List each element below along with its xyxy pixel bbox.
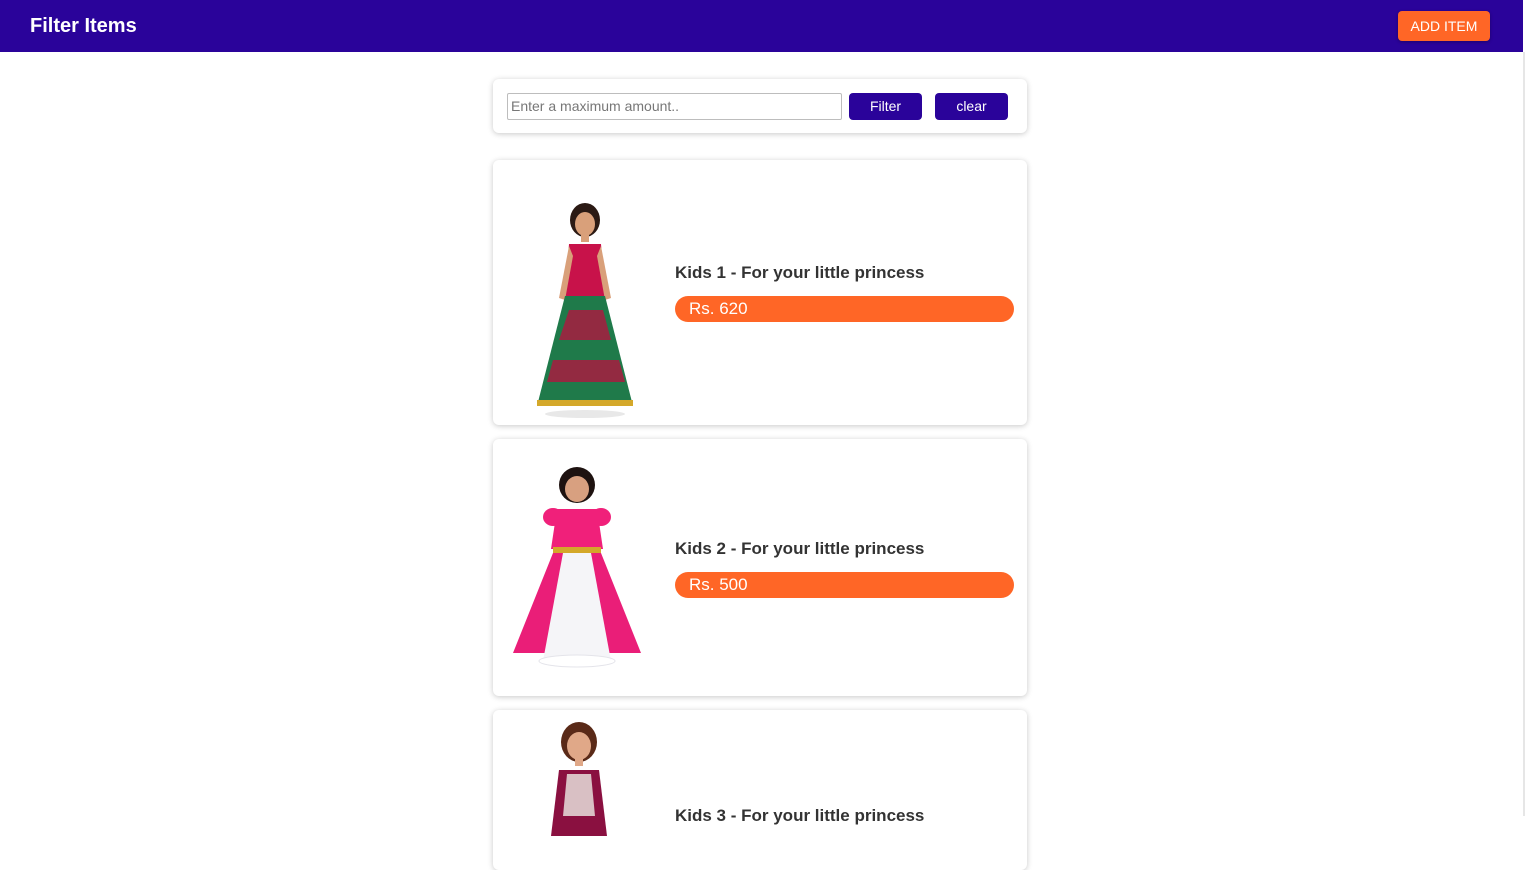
item-info: Kids 3 - For your little princess xyxy=(675,806,1014,826)
price-badge: Rs. 500 xyxy=(675,572,1014,598)
product-image xyxy=(537,203,633,418)
item-card[interactable]: Kids 1 - For your little princess Rs. 62… xyxy=(493,160,1027,425)
product-image xyxy=(513,467,641,668)
price-badge: Rs. 620 xyxy=(675,296,1014,322)
item-card[interactable]: Kids 3 - For your little princess xyxy=(493,710,1027,870)
filter-button[interactable]: Filter xyxy=(849,92,922,120)
item-title: Kids 1 - For your little princess xyxy=(675,263,925,282)
item-title: Kids 2 - For your little princess xyxy=(675,539,925,558)
filter-panel: Filter clear xyxy=(493,79,1027,133)
item-info: Kids 2 - For your little princess Rs. 50… xyxy=(675,539,1014,598)
clear-button[interactable]: clear xyxy=(935,92,1008,120)
item-info: Kids 1 - For your little princess Rs. 62… xyxy=(675,263,1014,322)
top-navbar: Filter Items ADD ITEM xyxy=(0,0,1523,52)
max-amount-input[interactable] xyxy=(507,92,842,120)
product-image xyxy=(551,722,607,836)
item-title: Kids 3 - For your little princess xyxy=(675,806,925,825)
page-title: Filter Items xyxy=(30,14,137,37)
item-card[interactable]: Kids 2 - For your little princess Rs. 50… xyxy=(493,439,1027,696)
add-item-button[interactable]: ADD ITEM xyxy=(1398,11,1490,41)
